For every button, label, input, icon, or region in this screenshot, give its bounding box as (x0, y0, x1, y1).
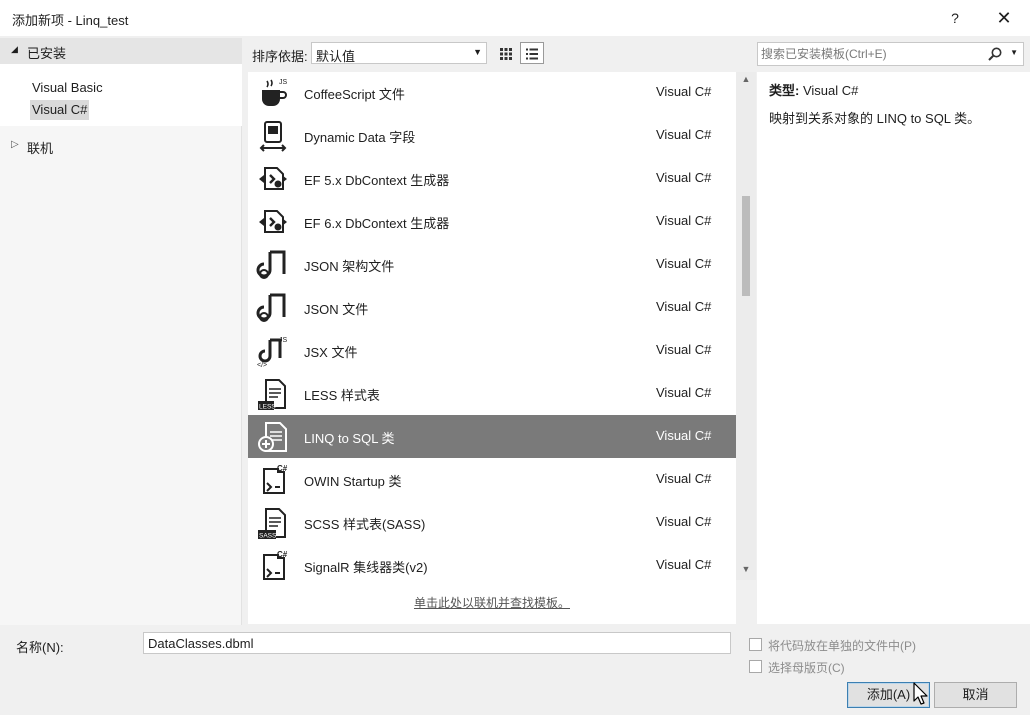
category-tree: ◢ 已安装 Visual Basic Visual C# ▷ 联机 (0, 38, 242, 625)
csharp-class-icon: C# (256, 549, 290, 583)
separate-file-checkbox[interactable] (749, 638, 762, 651)
svg-text:C#: C# (277, 550, 288, 559)
template-language: Visual C# (656, 213, 712, 228)
template-row[interactable]: LINQ to SQL 类 Visual C# (248, 415, 736, 458)
template-language: Visual C# (656, 514, 712, 529)
template-language: Visual C# (656, 342, 712, 357)
detail-type-label: 类型: (769, 83, 800, 98)
detail-type-value: Visual C# (802, 83, 859, 98)
name-label: 名称(N): (16, 640, 64, 655)
template-detail-pane: 类型: Visual C# 映射到关系对象的 LINQ to SQL 类。 (757, 72, 1030, 624)
search-box[interactable]: ▼ (757, 42, 1024, 66)
sort-dropdown[interactable]: 默认值 ▼ (311, 42, 487, 64)
template-name: SCSS 样式表(SASS) (304, 517, 426, 532)
template-list-scrollbar[interactable]: ▲ ▼ (736, 72, 756, 580)
cancel-button[interactable]: 取消 (934, 682, 1017, 708)
detail-description: 映射到关系对象的 LINQ to SQL 类。 (769, 111, 981, 126)
grid-view-button[interactable] (494, 42, 518, 64)
tree-item-visual-basic[interactable]: Visual Basic (30, 78, 105, 98)
tree-node-online-label: 联机 (27, 141, 54, 156)
separate-file-label: 将代码放在单独的文件中(P) (768, 639, 916, 653)
template-language: Visual C# (656, 471, 712, 486)
coffee-icon: JS (256, 76, 290, 110)
search-input[interactable] (761, 45, 986, 63)
json-icon (256, 291, 290, 325)
close-button[interactable]: ✕ (988, 6, 1020, 30)
grid-view-icon (500, 47, 512, 60)
template-row[interactable]: C# OWIN Startup 类 Visual C# (248, 458, 736, 501)
template-language: Visual C# (656, 84, 712, 99)
tree-item-visual-csharp[interactable]: Visual C# (30, 100, 90, 120)
template-row[interactable]: LESS LESS 样式表 Visual C# (248, 372, 736, 415)
template-name: LESS 样式表 (304, 388, 380, 403)
svg-text:JS: JS (279, 79, 288, 86)
template-name: EF 6.x DbContext 生成器 (304, 216, 450, 231)
scroll-down-arrow-icon[interactable]: ▼ (736, 564, 756, 578)
scroll-thumb[interactable] (742, 196, 750, 296)
search-options-chevron-icon[interactable]: ▼ (1010, 48, 1018, 57)
svg-text:LESS: LESS (259, 404, 276, 411)
ef-generator-icon (256, 205, 290, 239)
template-language: Visual C# (656, 299, 712, 314)
sort-dropdown-value: 默认值 (316, 49, 356, 64)
json-icon (256, 248, 290, 282)
chevron-down-icon: ▼ (473, 47, 482, 57)
template-row[interactable]: C# SignalR 集线器类(v2) Visual C# (248, 544, 736, 587)
window-title: 添加新项 - Linq_test (12, 13, 129, 28)
help-button[interactable]: ? (940, 6, 970, 30)
template-row[interactable]: SASS SCSS 样式表(SASS) Visual C# (248, 501, 736, 544)
tree-node-installed[interactable]: ◢ 已安装 (0, 38, 242, 64)
template-row[interactable]: JS CoffeeScript 文件 Visual C# (248, 71, 736, 114)
template-name: LINQ to SQL 类 (304, 431, 395, 446)
csharp-class-icon: C# (256, 463, 290, 497)
master-page-checkbox[interactable] (749, 660, 762, 673)
mouse-cursor-icon (913, 682, 928, 705)
tree-node-installed-label: 已安装 (27, 46, 67, 61)
template-name: JSON 文件 (304, 302, 369, 317)
template-language: Visual C# (656, 256, 712, 271)
template-list: JS CoffeeScript 文件 Visual C# Dynamic Data 字… (248, 72, 736, 624)
template-name: EF 5.x DbContext 生成器 (304, 173, 450, 188)
search-icon[interactable] (987, 46, 1003, 62)
template-name: Dynamic Data 字段 (304, 130, 416, 145)
template-name: OWIN Startup 类 (304, 474, 402, 489)
jsx-icon: JS </> (256, 334, 290, 369)
template-language: Visual C# (656, 428, 712, 443)
list-view-icon (526, 48, 538, 60)
title-bar: 添加新项 - Linq_test ? ✕ (0, 0, 1030, 36)
template-language: Visual C# (656, 385, 712, 400)
template-language: Visual C# (656, 557, 712, 572)
master-page-label: 选择母版页(C) (768, 661, 845, 675)
expand-arrow-icon[interactable]: ▷ (11, 139, 19, 150)
sort-label: 排序依据: (252, 49, 308, 64)
template-name: SignalR 集线器类(v2) (304, 560, 428, 575)
template-row[interactable]: JSON 架构文件 Visual C# (248, 243, 736, 286)
template-row[interactable]: JS </> JSX 文件 Visual C# (248, 329, 736, 372)
detail-type: 类型: Visual C# (769, 80, 858, 99)
template-name: JSON 架构文件 (304, 259, 395, 274)
template-row[interactable]: JSON 文件 Visual C# (248, 286, 736, 329)
svg-text:SASS: SASS (259, 533, 277, 540)
tree-node-online[interactable]: ▷ 联机 (0, 135, 242, 157)
list-view-button[interactable] (520, 42, 544, 64)
svg-text:</>: </> (257, 362, 267, 368)
template-name: JSX 文件 (304, 345, 358, 360)
less-icon: LESS (256, 377, 290, 411)
online-templates-link[interactable]: 单击此处以联机并查找模板。 (248, 594, 736, 611)
template-name: CoffeeScript 文件 (304, 87, 405, 102)
scss-icon: SASS (256, 506, 290, 540)
dynamic-data-icon (256, 119, 290, 153)
linq-sql-icon (256, 420, 290, 454)
ef-generator-icon (256, 162, 290, 196)
scroll-up-arrow-icon[interactable]: ▲ (736, 74, 756, 88)
template-row[interactable]: EF 6.x DbContext 生成器 Visual C# (248, 200, 736, 243)
template-language: Visual C# (656, 170, 712, 185)
svg-text:JS: JS (279, 337, 288, 344)
svg-text:C#: C# (277, 464, 288, 473)
template-row[interactable]: EF 5.x DbContext 生成器 Visual C# (248, 157, 736, 200)
collapse-arrow-icon[interactable]: ◢ (11, 44, 18, 55)
template-language: Visual C# (656, 127, 712, 142)
template-row[interactable]: Dynamic Data 字段 Visual C# (248, 114, 736, 157)
name-input[interactable] (143, 632, 731, 654)
